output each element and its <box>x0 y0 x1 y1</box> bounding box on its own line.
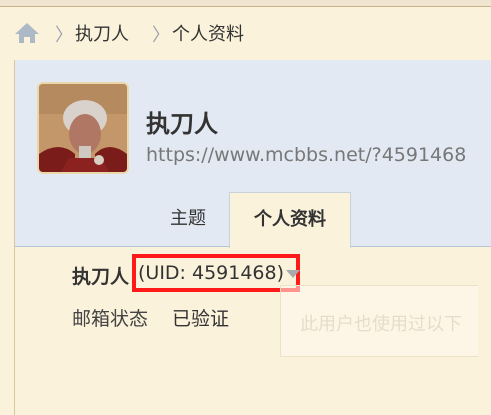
profile-username: 执刀人 <box>146 110 218 138</box>
tab-profile[interactable]: 个人资料 <box>229 192 351 248</box>
profile-info-row: 执刀人 <box>72 262 129 289</box>
tooltip-text: 此用户也使用过以下 <box>300 314 462 335</box>
tab-topics[interactable]: 主题 <box>153 192 223 246</box>
profile-panel: 执刀人 https://www.mcbbs.net/?4591468 主题 个人… <box>14 60 491 415</box>
info-username: 执刀人 <box>72 266 130 288</box>
breadcrumb-separator-icon: 〉 <box>55 25 73 46</box>
email-status-label: 邮箱状态 <box>72 308 149 330</box>
avatar[interactable] <box>37 82 129 174</box>
email-status-value: 已验证 <box>172 308 230 330</box>
chevron-down-icon[interactable] <box>286 270 300 278</box>
top-bar <box>0 0 491 7</box>
avatar-image <box>39 84 127 172</box>
home-icon[interactable] <box>14 22 40 44</box>
profile-homepage-link[interactable]: https://www.mcbbs.net/?4591468 <box>146 144 466 166</box>
breadcrumb-item-user[interactable]: 执刀人 <box>75 20 129 46</box>
breadcrumb: 〉 执刀人 〉 个人资料 <box>0 8 491 56</box>
uid-highlight-box <box>132 254 300 292</box>
breadcrumb-separator-icon: 〉 <box>152 25 170 46</box>
profile-header: 执刀人 https://www.mcbbs.net/?4591468 主题 个人… <box>15 60 491 248</box>
breadcrumb-item-profile[interactable]: 个人资料 <box>172 20 244 46</box>
